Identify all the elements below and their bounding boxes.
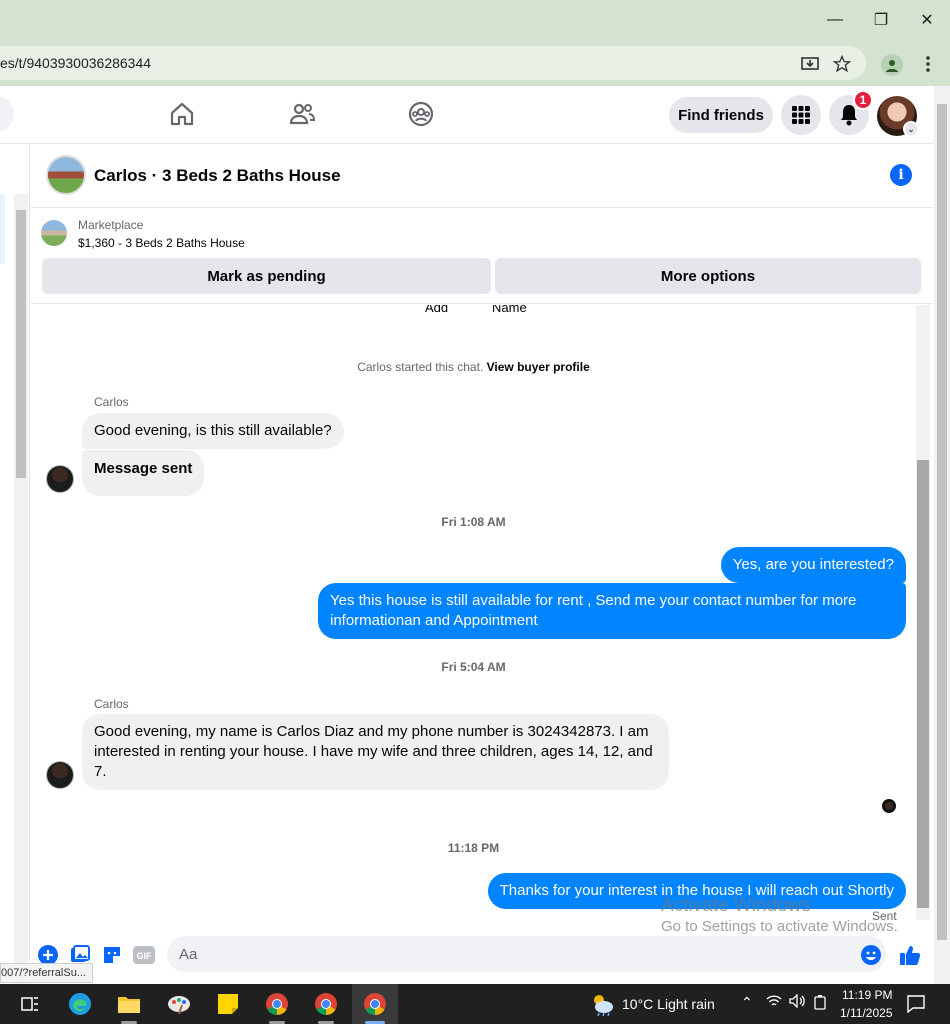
mark-as-pending-button[interactable]: Mark as pending (42, 258, 491, 294)
install-icon[interactable] (800, 54, 820, 74)
timestamp-separator: Fri 1:08 AM (441, 515, 506, 529)
network-icon[interactable] (766, 994, 782, 1011)
groups-icon[interactable] (407, 100, 435, 128)
weather-icon[interactable] (589, 992, 615, 1021)
browser-titlebar: — ❐ ✕ (0, 0, 950, 40)
sender-avatar[interactable] (46, 465, 74, 493)
message-bubble-incoming[interactable]: Message sent (82, 450, 205, 496)
find-friends-button[interactable]: Find friends (669, 97, 773, 133)
home-icon[interactable] (168, 100, 196, 128)
message-thread: Add Name Carlos started this chat. View … (31, 305, 916, 935)
facebook-header: Find friends (0, 86, 934, 144)
partial-label-add: Add (425, 305, 449, 315)
volume-icon[interactable] (789, 993, 805, 1011)
edge-icon[interactable] (58, 984, 102, 1024)
activate-windows-hint: Go to Settings to activate Windows. (661, 918, 898, 935)
partial-label-name: Name (492, 305, 527, 315)
menu-icon[interactable] (918, 54, 938, 74)
paint-icon[interactable] (157, 984, 201, 1024)
activate-windows-watermark: Activate Windows (661, 895, 811, 916)
chrome-active-icon[interactable] (352, 984, 398, 1024)
svg-text:GIF: GIF (137, 951, 153, 961)
minimize-button[interactable]: — (820, 8, 850, 32)
marketplace-bar: Marketplace $1,360 - 3 Beds 2 Baths Hous… (31, 208, 933, 304)
sticker-icon[interactable] (101, 944, 123, 966)
close-window-button[interactable]: ✕ (912, 8, 942, 32)
chat-list-scrollbar-thumb[interactable] (16, 210, 26, 478)
chevron-up-icon[interactable]: ⌃ (741, 994, 753, 1011)
chrome-profile-b-icon[interactable] (304, 984, 348, 1024)
message-input[interactable]: Aa (167, 936, 886, 972)
page-scrollbar-thumb[interactable] (937, 104, 947, 940)
address-bar: es/t/9403930036286344 (0, 40, 950, 86)
chat-title[interactable]: Carlos · 3 Beds 2 Baths House (94, 166, 341, 186)
search-input[interactable] (0, 96, 14, 132)
sender-name: Carlos (94, 395, 129, 409)
message-composer: GIF Aa (31, 935, 933, 975)
listing-avatar[interactable] (46, 155, 86, 195)
battery-icon[interactable] (813, 994, 827, 1013)
timestamp-separator: 11:18 PM (447, 841, 500, 855)
view-buyer-profile-link[interactable]: View buyer profile (487, 360, 590, 374)
read-receipt-avatar (882, 799, 896, 813)
selected-chat-highlight (0, 194, 5, 264)
chat-header: Carlos · 3 Beds 2 Baths House i (31, 144, 933, 208)
notification-badge: 1 (853, 90, 873, 110)
more-options-button[interactable]: More options (495, 258, 921, 294)
chat-started-note: Carlos started this chat. View buyer pro… (31, 360, 916, 374)
message-scrollbar-thumb[interactable] (917, 460, 929, 908)
message-bubble-outgoing[interactable]: Yes this house is still available for re… (318, 583, 906, 639)
chrome-profile-a-icon[interactable] (255, 984, 299, 1024)
weather-text[interactable]: 10°C Light rain (622, 996, 715, 1012)
message-bubble-incoming[interactable]: Good evening, is this still available? (82, 413, 344, 449)
info-icon[interactable]: i (890, 164, 912, 186)
profile-icon[interactable] (881, 54, 903, 76)
clock-time[interactable]: 11:19 PM (842, 988, 892, 1002)
windows-taskbar: 10°C Light rain ⌃ 11:19 PM 1/11/2025 (0, 984, 950, 1024)
marketplace-label: Marketplace (78, 218, 144, 232)
emoji-icon[interactable] (860, 944, 882, 966)
file-explorer-icon[interactable] (107, 984, 151, 1024)
message-bubble-incoming[interactable]: Good evening, my name is Carlos Diaz and… (82, 714, 669, 790)
timestamp-separator: Fri 5:04 AM (441, 660, 506, 674)
restore-button[interactable]: ❐ (866, 8, 896, 32)
clock-date[interactable]: 1/11/2025 (840, 1006, 893, 1020)
url-text[interactable]: es/t/9403930036286344 (0, 55, 151, 71)
sender-name: Carlos (94, 697, 129, 711)
star-icon[interactable] (832, 54, 852, 74)
task-view-icon[interactable] (8, 984, 52, 1024)
message-bubble-outgoing[interactable]: Yes, are you interested? (720, 547, 906, 583)
notification-center-icon[interactable] (907, 995, 925, 1016)
gif-icon[interactable]: GIF (133, 944, 155, 966)
chevron-down-icon[interactable]: ⌄ (903, 121, 919, 137)
listing-thumbnail[interactable] (41, 220, 67, 246)
chat-started-text: Carlos started this chat. (357, 360, 484, 374)
listing-title[interactable]: $1,360 - 3 Beds 2 Baths House (78, 236, 245, 250)
sender-avatar[interactable] (46, 761, 74, 789)
link-preview-status: 007/?referralSu... (0, 963, 93, 983)
sticky-notes-icon[interactable] (206, 984, 250, 1024)
apps-grid-icon[interactable] (781, 95, 821, 135)
friends-icon[interactable] (288, 100, 316, 128)
like-icon[interactable] (899, 944, 921, 966)
